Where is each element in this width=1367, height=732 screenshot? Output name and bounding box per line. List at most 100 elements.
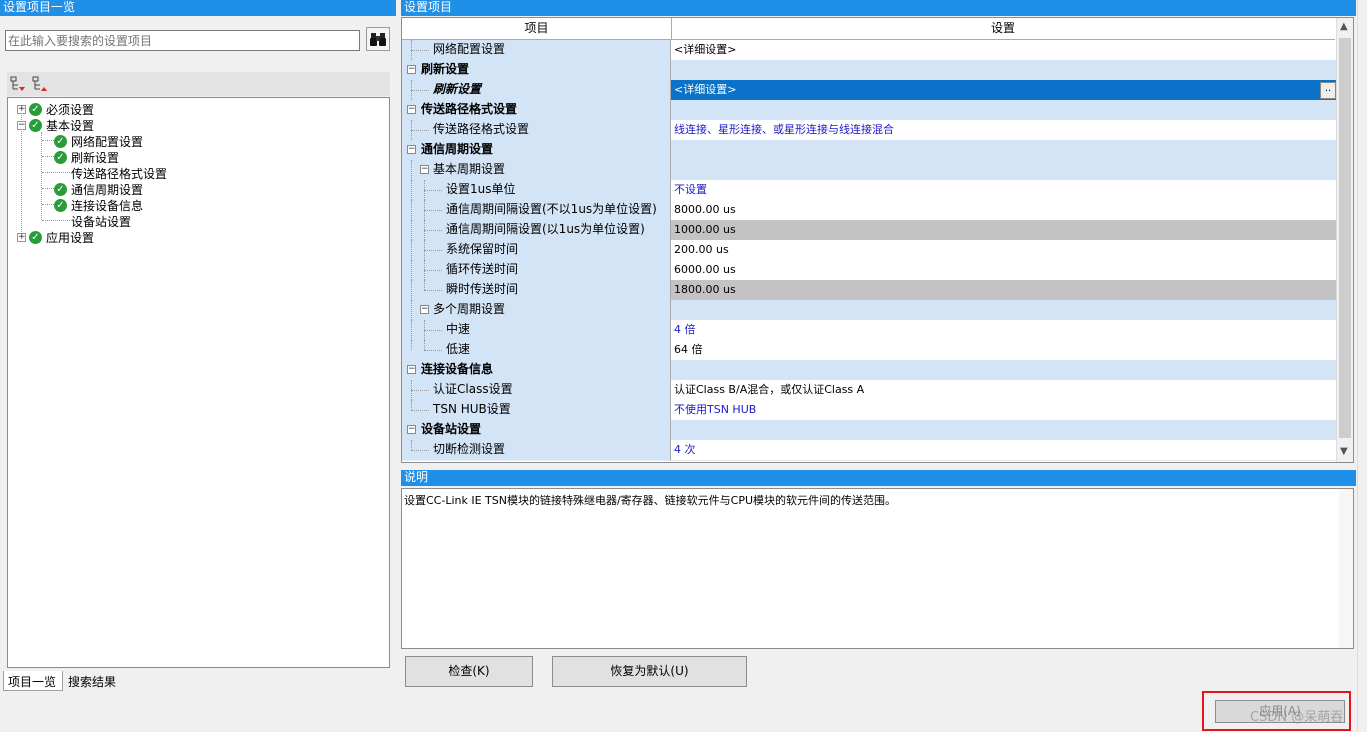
description-scrollbar[interactable] xyxy=(1339,489,1353,648)
grid-category-row[interactable]: − 刷新设置 xyxy=(402,60,1338,81)
collapse-icon[interactable]: − xyxy=(420,165,429,174)
row-label: 通信周期间隔设置(不以1us为单位设置) xyxy=(446,202,657,216)
scroll-up-icon[interactable]: ▲ xyxy=(1340,21,1348,32)
scroll-down-icon[interactable]: ▼ xyxy=(1340,446,1348,457)
grid-row[interactable]: 认证Class设置 认证Class B/A混合，或仅认证Class A xyxy=(402,380,1338,401)
tree-item-application[interactable]: + ✓ 应用设置 xyxy=(17,229,94,245)
row-label: 通信周期间隔设置(以1us为单位设置) xyxy=(446,222,645,236)
check-circle-icon: ✓ xyxy=(54,182,67,196)
subcategory-label: 基本周期设置 xyxy=(433,162,506,176)
grid-row[interactable]: 设置1us单位 不设置 xyxy=(402,180,1338,201)
left-panel-title: 设置项目一览 xyxy=(0,0,396,16)
grid-row[interactable]: 通信周期间隔设置(以1us为单位设置) 1000.00 us xyxy=(402,220,1338,241)
row-value[interactable]: 不设置 xyxy=(671,180,1338,201)
tree-item-label: 应用设置 xyxy=(46,230,95,245)
row-value[interactable]: 8000.00 us xyxy=(671,200,1338,221)
row-value[interactable]: 64 倍 xyxy=(671,340,1338,361)
row-label: 系统保留时间 xyxy=(446,242,519,256)
row-value-text: <详细设置> xyxy=(674,83,737,96)
tab-item-list[interactable]: 项目一览 xyxy=(3,671,63,691)
description-box: 设置CC-Link IE TSN模块的链接特殊继电器/寄存器、链接软元件与CPU… xyxy=(401,488,1354,649)
expand-all-icon[interactable] xyxy=(10,76,26,92)
column-header-item[interactable]: 项目 xyxy=(402,18,672,39)
grid-row[interactable]: 循环传送时间 6000.00 us xyxy=(402,260,1338,281)
expand-icon[interactable]: + xyxy=(17,104,26,114)
tree-item-device-station[interactable]: 设备站设置 xyxy=(71,213,131,229)
search-button[interactable] xyxy=(366,27,390,51)
subcategory-label: 多个周期设置 xyxy=(433,302,506,316)
row-label: 设置1us单位 xyxy=(446,182,516,196)
row-value xyxy=(671,160,1338,181)
grid-category-row[interactable]: − 传送路径格式设置 xyxy=(402,100,1338,121)
row-label: 切断检测设置 xyxy=(433,442,506,456)
row-value-selected[interactable]: <详细设置> .. xyxy=(671,80,1338,101)
collapse-icon[interactable]: − xyxy=(17,120,26,130)
column-header-setting[interactable]: 设置 xyxy=(671,18,1335,39)
window-scrollbar[interactable] xyxy=(1357,0,1367,732)
row-value[interactable]: 4 次 xyxy=(671,440,1338,461)
tree-item-label: 必须设置 xyxy=(46,102,95,117)
collapse-icon[interactable]: − xyxy=(407,65,416,74)
grid-row[interactable]: 系统保留时间 200.00 us xyxy=(402,240,1338,261)
search-input[interactable] xyxy=(5,30,360,51)
category-label: 刷新设置 xyxy=(421,62,470,76)
grid-row[interactable]: 中速 4 倍 xyxy=(402,320,1338,341)
collapse-icon[interactable]: − xyxy=(407,105,416,114)
tree-item-required[interactable]: + ✓ 必须设置 xyxy=(17,101,94,117)
collapse-icon[interactable]: − xyxy=(420,305,429,314)
check-circle-icon: ✓ xyxy=(54,134,67,148)
check-button[interactable]: 检查(K) xyxy=(405,656,533,687)
ellipsis-icon[interactable]: .. xyxy=(1320,82,1336,99)
grid-row[interactable]: 传送路径格式设置 线连接、星形连接、或星形连接与线连接混合 xyxy=(402,120,1338,141)
tree-item-network-config[interactable]: ✓ 网络配置设置 xyxy=(54,133,143,149)
check-circle-icon: ✓ xyxy=(54,198,67,212)
row-label: 中速 xyxy=(446,322,471,336)
grid-row-selected[interactable]: 刷新设置 <详细设置> .. xyxy=(402,80,1338,101)
scrollbar-thumb[interactable] xyxy=(1339,38,1351,438)
tree-item-label: 传送路径格式设置 xyxy=(71,166,168,181)
tree-item-basic[interactable]: − ✓ 基本设置 xyxy=(17,117,94,133)
binoculars-icon xyxy=(370,33,386,46)
collapse-icon[interactable]: − xyxy=(407,365,416,374)
grid-row[interactable]: 通信周期间隔设置(不以1us为单位设置) 8000.00 us xyxy=(402,200,1338,221)
row-value[interactable]: 线连接、星形连接、或星形连接与线连接混合 xyxy=(671,120,1338,141)
collapse-icon[interactable]: − xyxy=(407,425,416,434)
tree-item-label: 设备站设置 xyxy=(71,214,132,229)
row-label: TSN HUB设置 xyxy=(433,402,511,416)
grid-row[interactable]: TSN HUB设置 不使用TSN HUB xyxy=(402,400,1338,421)
collapse-icon[interactable]: − xyxy=(407,145,416,154)
grid-row[interactable]: 瞬时传送时间 1800.00 us xyxy=(402,280,1338,301)
grid-row[interactable]: 切断检测设置 4 次 xyxy=(402,440,1338,461)
check-circle-icon: ✓ xyxy=(29,118,42,132)
row-value[interactable]: 不使用TSN HUB xyxy=(671,400,1338,421)
grid-category-row[interactable]: − 连接设备信息 xyxy=(402,360,1338,381)
expand-icon[interactable]: + xyxy=(17,232,26,242)
grid-row[interactable]: 低速 64 倍 xyxy=(402,340,1338,361)
row-value[interactable]: 200.00 us xyxy=(671,240,1338,261)
check-circle-icon: ✓ xyxy=(29,230,42,244)
tree-item-device-info[interactable]: ✓ 连接设备信息 xyxy=(54,197,143,213)
settings-grid: 项目 设置 网络配置设置 <详细设置> − 刷新设置 刷新设置 <详细设置> .… xyxy=(401,17,1354,463)
row-value xyxy=(671,360,1338,381)
tree-item-transfer-path[interactable]: 传送路径格式设置 xyxy=(71,165,167,181)
row-value xyxy=(671,300,1338,321)
tab-search-results[interactable]: 搜索结果 xyxy=(64,671,124,691)
left-tab-bar: 项目一览 搜索结果 xyxy=(0,671,396,691)
tree-item-refresh[interactable]: ✓ 刷新设置 xyxy=(54,149,119,165)
row-value-disabled: 1800.00 us xyxy=(671,280,1338,301)
grid-subcategory-row[interactable]: − 多个周期设置 xyxy=(402,300,1338,321)
category-label: 设备站设置 xyxy=(421,422,482,436)
tree-item-label: 通信周期设置 xyxy=(71,182,144,197)
row-value[interactable]: <详细设置> xyxy=(671,40,1338,61)
grid-subcategory-row[interactable]: − 基本周期设置 xyxy=(402,160,1338,181)
restore-default-button[interactable]: 恢复为默认(U) xyxy=(552,656,747,687)
row-value[interactable]: 认证Class B/A混合，或仅认证Class A xyxy=(671,380,1338,401)
tree-item-comm-cycle[interactable]: ✓ 通信周期设置 xyxy=(54,181,143,197)
grid-scrollbar[interactable]: ▲ ▼ xyxy=(1336,18,1353,462)
row-value[interactable]: 4 倍 xyxy=(671,320,1338,341)
grid-category-row[interactable]: − 设备站设置 xyxy=(402,420,1338,441)
collapse-all-icon[interactable] xyxy=(32,76,48,92)
grid-row[interactable]: 网络配置设置 <详细设置> xyxy=(402,40,1338,61)
row-value[interactable]: 6000.00 us xyxy=(671,260,1338,281)
grid-category-row[interactable]: − 通信周期设置 xyxy=(402,140,1338,161)
